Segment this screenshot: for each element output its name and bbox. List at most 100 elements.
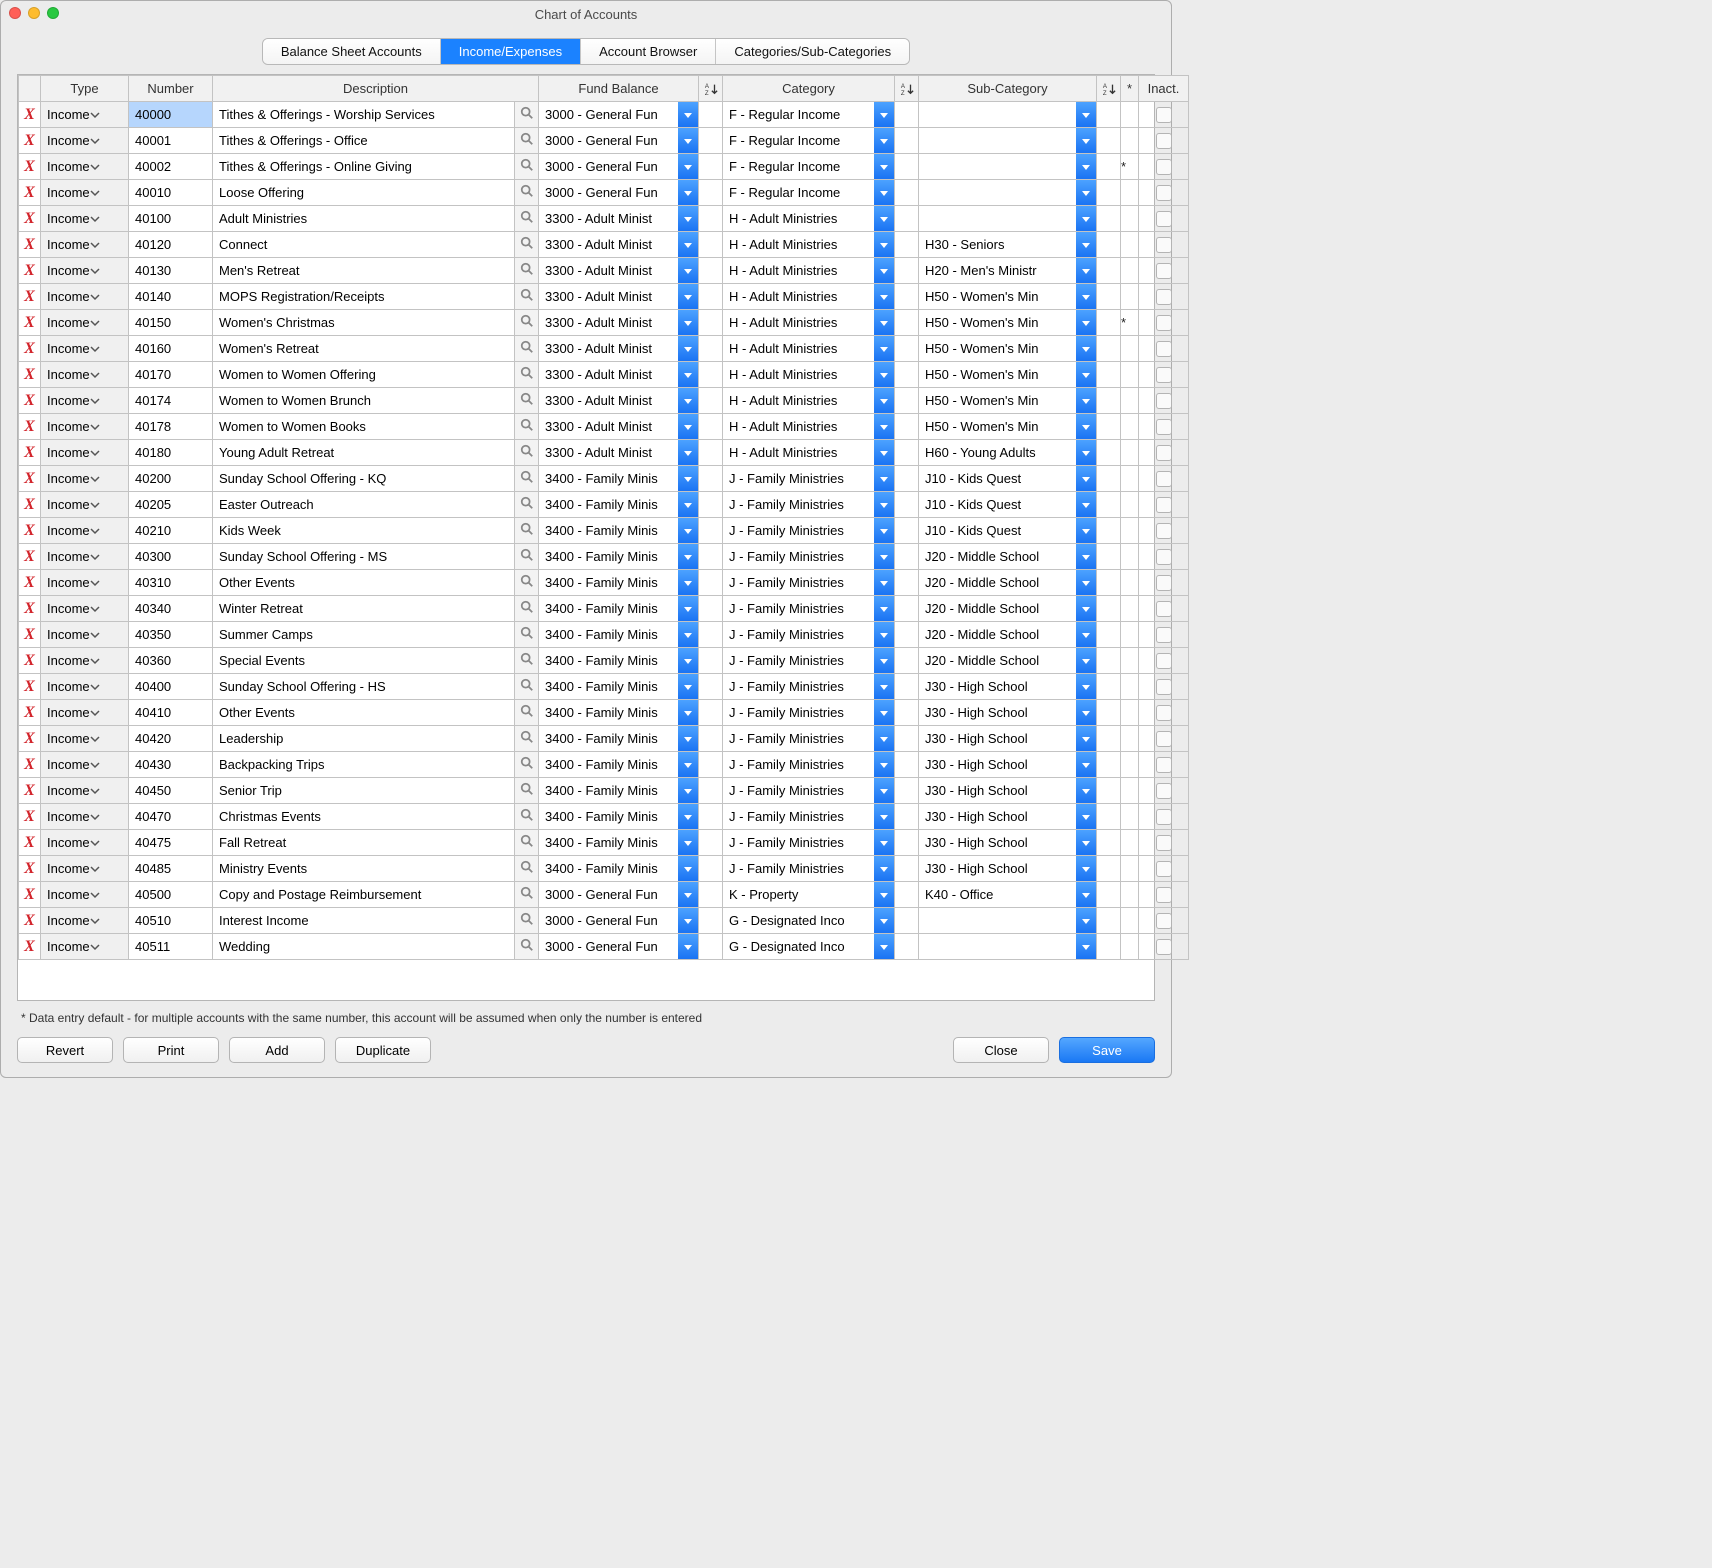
type-dropdown[interactable]: Income — [41, 414, 128, 439]
subcategory-dropdown[interactable] — [919, 128, 1096, 153]
category-dropdown[interactable]: F - Regular Income — [723, 102, 894, 127]
delete-row-button[interactable]: X — [19, 622, 41, 648]
inactive-checkbox[interactable] — [1156, 159, 1172, 175]
number-field[interactable]: 40002 — [129, 154, 212, 179]
subcategory-dropdown[interactable]: H50 - Women's Min — [919, 336, 1096, 361]
type-dropdown[interactable]: Income — [41, 908, 128, 933]
inactive-checkbox[interactable] — [1156, 211, 1172, 227]
number-field[interactable]: 40475 — [129, 830, 212, 855]
subcategory-dropdown[interactable]: J10 - Kids Quest — [919, 492, 1096, 517]
category-dropdown[interactable]: J - Family Ministries — [723, 466, 894, 491]
description-field[interactable]: Sunday School Offering - HS — [213, 674, 514, 699]
number-field[interactable]: 40160 — [129, 336, 212, 361]
search-button[interactable] — [515, 154, 538, 179]
inactive-checkbox[interactable] — [1156, 419, 1172, 435]
search-button[interactable] — [515, 856, 538, 881]
subcategory-dropdown[interactable]: J30 - High School — [919, 674, 1096, 699]
number-field[interactable]: 40001 — [129, 128, 212, 153]
revert-button[interactable]: Revert — [17, 1037, 113, 1063]
delete-row-button[interactable]: X — [19, 830, 41, 856]
number-field[interactable]: 40300 — [129, 544, 212, 569]
inactive-checkbox[interactable] — [1156, 653, 1172, 669]
subcategory-dropdown[interactable]: J20 - Middle School — [919, 622, 1096, 647]
type-dropdown[interactable]: Income — [41, 622, 128, 647]
description-field[interactable]: Senior Trip — [213, 778, 514, 803]
fund-balance-dropdown[interactable]: 3300 - Adult Minist — [539, 336, 698, 361]
category-dropdown[interactable]: J - Family Ministries — [723, 518, 894, 543]
inactive-checkbox[interactable] — [1156, 341, 1172, 357]
type-dropdown[interactable]: Income — [41, 128, 128, 153]
search-button[interactable] — [515, 700, 538, 725]
description-field[interactable]: Men's Retreat — [213, 258, 514, 283]
inactive-checkbox[interactable] — [1156, 185, 1172, 201]
print-button[interactable]: Print — [123, 1037, 219, 1063]
subcategory-dropdown[interactable]: J30 - High School — [919, 778, 1096, 803]
type-dropdown[interactable]: Income — [41, 570, 128, 595]
type-dropdown[interactable]: Income — [41, 648, 128, 673]
subcategory-dropdown[interactable]: J30 - High School — [919, 856, 1096, 881]
search-button[interactable] — [515, 882, 538, 907]
description-field[interactable]: Other Events — [213, 570, 514, 595]
description-field[interactable]: Women's Christmas — [213, 310, 514, 335]
inactive-checkbox[interactable] — [1156, 679, 1172, 695]
search-button[interactable] — [515, 388, 538, 413]
description-field[interactable]: Women's Retreat — [213, 336, 514, 361]
inactive-checkbox[interactable] — [1156, 601, 1172, 617]
fund-balance-dropdown[interactable]: 3400 - Family Minis — [539, 466, 698, 491]
number-field[interactable]: 40430 — [129, 752, 212, 777]
tab-categories-sub-categories[interactable]: Categories/Sub-Categories — [716, 39, 909, 64]
type-dropdown[interactable]: Income — [41, 440, 128, 465]
delete-row-button[interactable]: X — [19, 596, 41, 622]
header-number[interactable]: Number — [129, 76, 213, 102]
header-inactive[interactable]: Inact. — [1139, 76, 1189, 102]
number-field[interactable]: 40210 — [129, 518, 212, 543]
fund-balance-dropdown[interactable]: 3000 - General Fun — [539, 882, 698, 907]
delete-row-button[interactable]: X — [19, 882, 41, 908]
maximize-icon[interactable] — [47, 7, 59, 19]
search-button[interactable] — [515, 596, 538, 621]
category-dropdown[interactable]: J - Family Ministries — [723, 570, 894, 595]
tab-account-browser[interactable]: Account Browser — [581, 39, 716, 64]
fund-balance-dropdown[interactable]: 3400 - Family Minis — [539, 622, 698, 647]
search-button[interactable] — [515, 934, 538, 959]
inactive-checkbox[interactable] — [1156, 809, 1172, 825]
number-field[interactable]: 40200 — [129, 466, 212, 491]
description-field[interactable]: Wedding — [213, 934, 514, 959]
delete-row-button[interactable]: X — [19, 206, 41, 232]
type-dropdown[interactable]: Income — [41, 310, 128, 335]
fund-balance-dropdown[interactable]: 3000 - General Fun — [539, 908, 698, 933]
number-field[interactable]: 40310 — [129, 570, 212, 595]
search-button[interactable] — [515, 362, 538, 387]
category-dropdown[interactable]: F - Regular Income — [723, 154, 894, 179]
inactive-checkbox[interactable] — [1156, 705, 1172, 721]
fund-balance-dropdown[interactable]: 3400 - Family Minis — [539, 856, 698, 881]
search-button[interactable] — [515, 180, 538, 205]
add-button[interactable]: Add — [229, 1037, 325, 1063]
search-button[interactable] — [515, 570, 538, 595]
description-field[interactable]: Tithes & Offerings - Worship Services — [213, 102, 514, 127]
type-dropdown[interactable]: Income — [41, 882, 128, 907]
inactive-checkbox[interactable] — [1156, 835, 1172, 851]
fund-balance-dropdown[interactable]: 3000 - General Fun — [539, 128, 698, 153]
category-dropdown[interactable]: H - Adult Ministries — [723, 284, 894, 309]
number-field[interactable]: 40130 — [129, 258, 212, 283]
subcategory-dropdown[interactable] — [919, 154, 1096, 179]
close-button[interactable]: Close — [953, 1037, 1049, 1063]
subcategory-dropdown[interactable]: H50 - Women's Min — [919, 362, 1096, 387]
search-button[interactable] — [515, 284, 538, 309]
subcategory-dropdown[interactable]: J30 - High School — [919, 726, 1096, 751]
category-dropdown[interactable]: H - Adult Ministries — [723, 232, 894, 257]
subcategory-dropdown[interactable] — [919, 908, 1096, 933]
category-dropdown[interactable]: J - Family Ministries — [723, 856, 894, 881]
subcategory-dropdown[interactable]: H30 - Seniors — [919, 232, 1096, 257]
inactive-checkbox[interactable] — [1156, 445, 1172, 461]
fund-balance-dropdown[interactable]: 3400 - Family Minis — [539, 544, 698, 569]
type-dropdown[interactable]: Income — [41, 258, 128, 283]
delete-row-button[interactable]: X — [19, 232, 41, 258]
description-field[interactable]: Summer Camps — [213, 622, 514, 647]
description-field[interactable]: Ministry Events — [213, 856, 514, 881]
description-field[interactable]: Sunday School Offering - KQ — [213, 466, 514, 491]
category-dropdown[interactable]: H - Adult Ministries — [723, 336, 894, 361]
description-field[interactable]: Women to Women Brunch — [213, 388, 514, 413]
search-button[interactable] — [515, 492, 538, 517]
